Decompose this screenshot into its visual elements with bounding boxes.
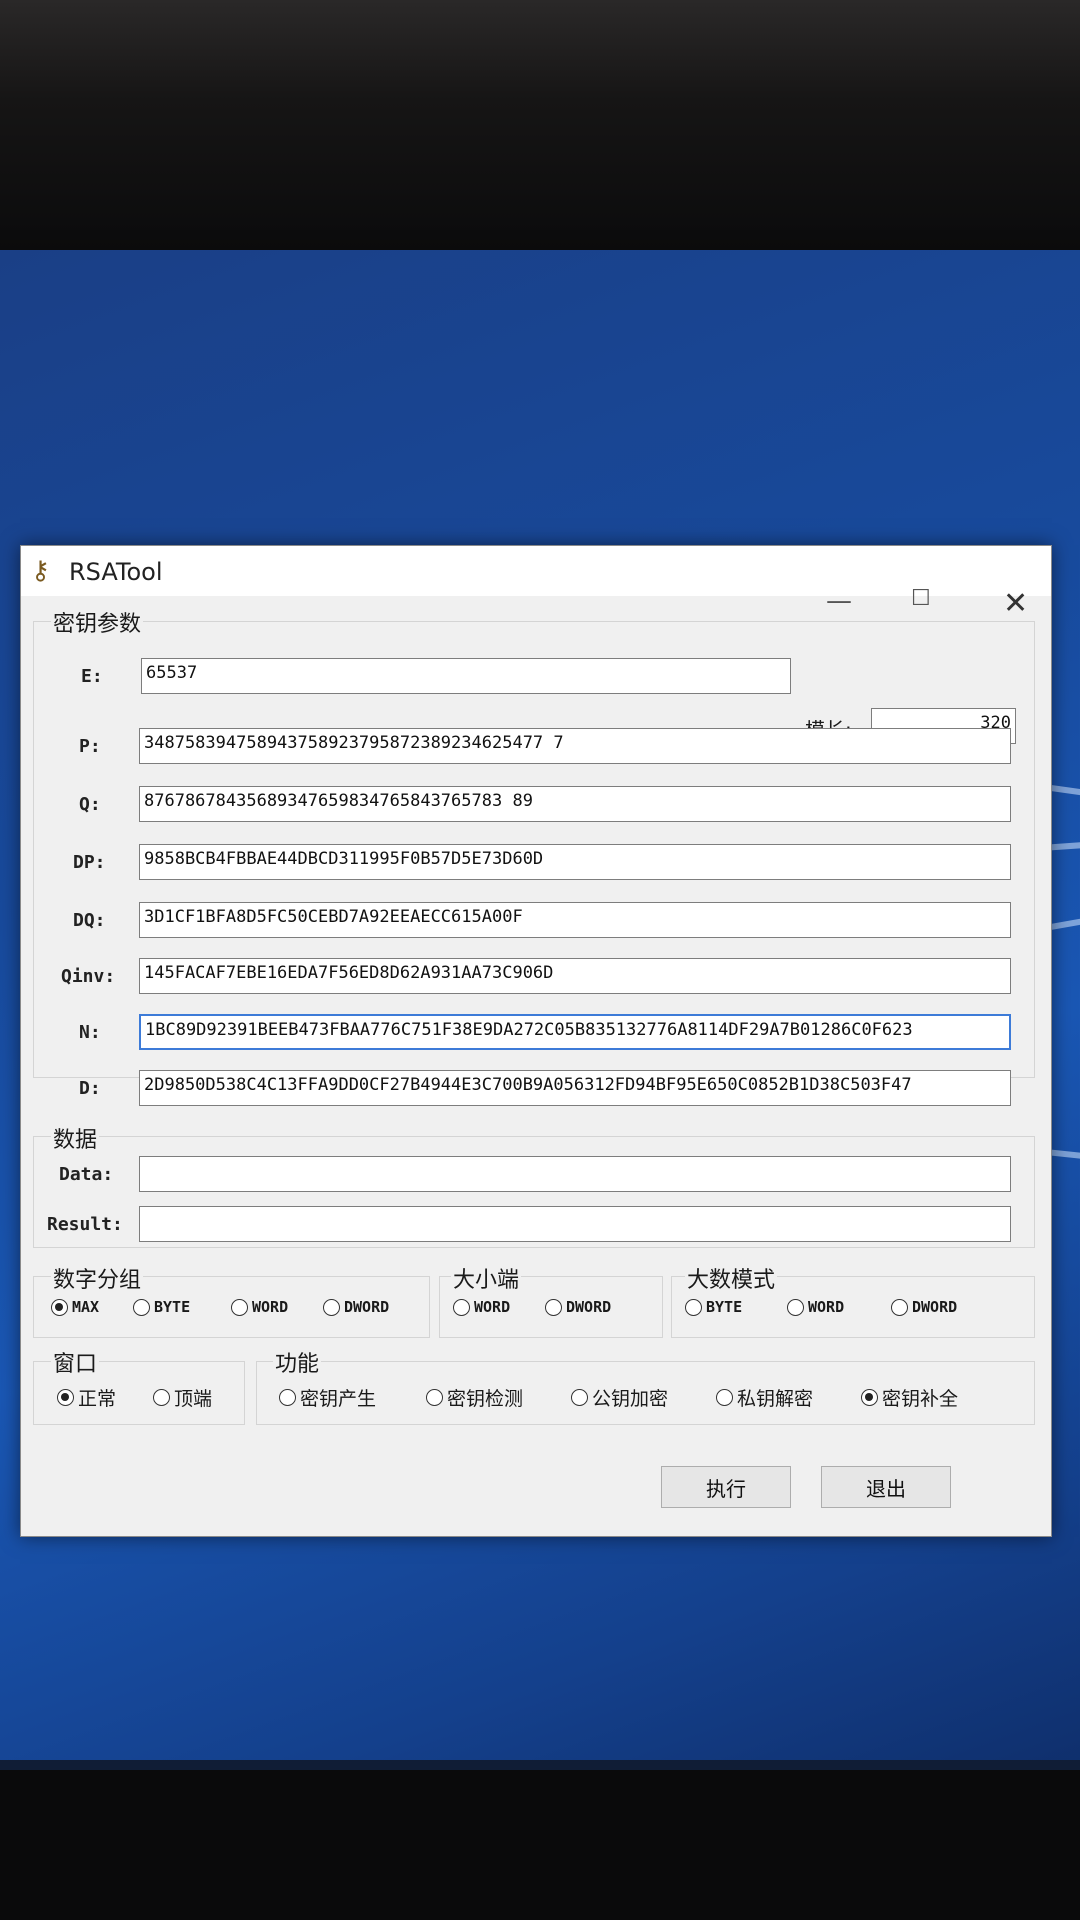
radio-label: 顶端 (174, 1388, 213, 1410)
radio-dot (861, 1389, 878, 1406)
radio-func-privdecrypt[interactable]: 私钥解密 (716, 1384, 813, 1411)
radio-label: 私钥解密 (737, 1388, 814, 1410)
d-field[interactable]: 2D9850D538C4C13FFA9DD0CF27B4944E3C700B9A… (139, 1070, 1011, 1106)
e-label: E: (81, 666, 103, 687)
radio-bignum-byte[interactable]: BYTE (685, 1298, 742, 1316)
radio-func-keygen[interactable]: 密钥产生 (279, 1384, 376, 1411)
radio-dot (57, 1389, 74, 1406)
radio-label: DWORD (912, 1298, 958, 1316)
radio-label: BYTE (706, 1298, 743, 1316)
q-field[interactable]: 87678678435689347659834765843765783 89 (139, 786, 1011, 822)
n-label: N: (79, 1022, 101, 1043)
radio-dot (571, 1389, 588, 1406)
monitor-bezel-bottom (0, 1770, 1080, 1920)
radio-func-keycomplete[interactable]: 密钥补全 (861, 1384, 958, 1411)
radio-label: DWORD (566, 1298, 612, 1316)
radio-label: WORD (252, 1298, 289, 1316)
n-field[interactable]: 1BC89D92391BEEB473FBAA776C751F38E9DA272C… (139, 1014, 1011, 1050)
radio-dot (231, 1298, 248, 1316)
window-title: RSATool (69, 558, 163, 586)
bignum-mode-label: 大数模式 (685, 1262, 778, 1294)
exit-button[interactable]: 退出 (821, 1466, 951, 1508)
radio-label: 密钥检测 (447, 1388, 524, 1410)
radio-window-top[interactable]: 顶端 (153, 1384, 212, 1411)
p-label: P: (79, 736, 101, 757)
result-field[interactable] (139, 1206, 1011, 1242)
data-label: Data: (59, 1164, 114, 1185)
result-label: Result: (47, 1214, 123, 1235)
radio-dot (133, 1298, 150, 1316)
q-label: Q: (79, 794, 101, 815)
radio-label: BYTE (154, 1298, 191, 1316)
radio-dot (891, 1298, 908, 1316)
p-field[interactable]: 348758394758943758923795872389234625477 … (139, 728, 1011, 764)
data-field[interactable] (139, 1156, 1011, 1192)
dp-field[interactable]: 9858BCB4FBBAE44DBCD311995F0B57D5E73D60D (139, 844, 1011, 880)
endian-label: 大小端 (451, 1262, 522, 1294)
radio-dot (51, 1298, 68, 1316)
dp-label: DP: (73, 852, 106, 873)
radio-dot (545, 1298, 562, 1316)
radio-dot (153, 1389, 170, 1406)
monitor-bezel-top (0, 0, 1080, 250)
execute-button[interactable]: 执行 (661, 1466, 791, 1508)
radio-endian-dword[interactable]: DWORD (545, 1298, 611, 1316)
radio-label: 密钥产生 (300, 1388, 377, 1410)
radio-func-pubencrypt[interactable]: 公钥加密 (571, 1384, 668, 1411)
radio-label: 正常 (78, 1388, 117, 1410)
radio-func-keycheck[interactable]: 密钥检测 (426, 1384, 523, 1411)
data-group-label: 数据 (51, 1122, 100, 1154)
dq-label: DQ: (73, 910, 106, 931)
rsatool-window: ⚷ RSATool — ☐ ✕ 密钥参数 E: 65537 模长: 320 P:… (20, 545, 1052, 1537)
title-bar[interactable]: ⚷ RSATool — ☐ ✕ (21, 546, 1051, 621)
radio-dot (279, 1389, 296, 1406)
radio-endian-word[interactable]: WORD (453, 1298, 510, 1316)
d-label: D: (79, 1078, 101, 1099)
radio-dot (685, 1298, 702, 1316)
window-mode-label: 窗口 (51, 1346, 100, 1378)
radio-label: 密钥补全 (882, 1388, 959, 1410)
radio-label: MAX (72, 1298, 100, 1316)
radio-digit-byte[interactable]: BYTE (133, 1298, 190, 1316)
radio-label: DWORD (344, 1298, 390, 1316)
minimize-button[interactable]: — (826, 586, 852, 616)
radio-bignum-word[interactable]: WORD (787, 1298, 844, 1316)
maximize-button[interactable]: ☐ (911, 586, 931, 611)
radio-dot (426, 1389, 443, 1406)
radio-label: WORD (808, 1298, 845, 1316)
radio-digit-max[interactable]: MAX (51, 1298, 99, 1316)
radio-label: 公钥加密 (592, 1388, 669, 1410)
function-label: 功能 (273, 1346, 322, 1378)
radio-digit-dword[interactable]: DWORD (323, 1298, 389, 1316)
e-field[interactable]: 65537 (141, 658, 791, 694)
dq-field[interactable]: 3D1CF1BFA8D5FC50CEBD7A92EEAECC615A00F (139, 902, 1011, 938)
close-button[interactable]: ✕ (1003, 586, 1028, 621)
radio-dot (716, 1389, 733, 1406)
qinv-label: Qinv: (61, 966, 116, 987)
radio-window-normal[interactable]: 正常 (57, 1384, 116, 1411)
digit-group-label: 数字分组 (51, 1262, 144, 1294)
radio-bignum-dword[interactable]: DWORD (891, 1298, 957, 1316)
radio-label: WORD (474, 1298, 511, 1316)
radio-dot (787, 1298, 804, 1316)
radio-dot (323, 1298, 340, 1316)
radio-dot (453, 1298, 470, 1316)
key-params-label: 密钥参数 (51, 606, 144, 638)
radio-digit-word[interactable]: WORD (231, 1298, 288, 1316)
qinv-field[interactable]: 145FACAF7EBE16EDA7F56ED8D62A931AA73C906D (139, 958, 1011, 994)
key-app-icon: ⚷ (31, 556, 51, 586)
